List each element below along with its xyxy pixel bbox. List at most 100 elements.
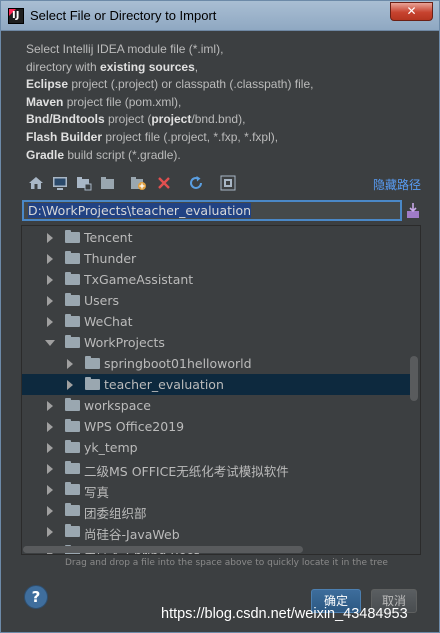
description-line: Maven project file (pom.xml),	[26, 94, 426, 112]
tree-row-label: WorkProjects	[84, 335, 165, 350]
chevron-right-icon[interactable]	[47, 317, 53, 327]
tree-row-label: springboot01helloworld	[104, 356, 252, 371]
drag-drop-hint: Drag and drop a file into the space abov…	[65, 558, 388, 568]
chevron-right-icon[interactable]	[47, 464, 53, 474]
browse-history-icon[interactable]	[406, 202, 420, 219]
description-line: Flash Builder project file (.project, *.…	[26, 129, 426, 147]
tree-row-label: 尚硅谷-JavaWeb	[84, 527, 180, 542]
chevron-right-icon[interactable]	[47, 275, 53, 285]
file-tree[interactable]: Tencent Thunder TxGameAssistant Users WeChat…	[21, 225, 421, 555]
chevron-right-icon[interactable]	[47, 485, 53, 495]
tree-row[interactable]: 团委组织部	[22, 500, 412, 521]
home-icon[interactable]	[27, 174, 45, 192]
help-button[interactable]: ?	[24, 585, 48, 609]
tree-row[interactable]: 尚硅谷-JavaWeb	[22, 521, 412, 542]
description-line: Bnd/Bndtools project (project/bnd.bnd),	[26, 111, 426, 129]
description-fragment: /bnd.bnd),	[191, 112, 246, 127]
description-fragment: build script (*.gradle).	[64, 147, 181, 162]
tree-row[interactable]: Users	[22, 290, 412, 311]
module-icon[interactable]	[99, 174, 117, 192]
folder-icon	[65, 293, 80, 306]
description-fragment: Bnd/Bndtools	[26, 112, 105, 127]
folder-icon	[65, 335, 80, 348]
chevron-down-icon[interactable]	[45, 340, 55, 346]
watermark-text: https://blog.csdn.net/weixin_43484953	[161, 606, 408, 622]
folder-icon	[65, 272, 80, 285]
description-fragment: existing sources	[100, 59, 195, 74]
hide-path-link[interactable]: 隐藏路径	[373, 176, 421, 193]
description-line: Gradle build script (*.gradle).	[26, 147, 426, 165]
folder-icon	[65, 440, 80, 453]
window-title: Select File or Directory to Import	[30, 8, 217, 23]
chevron-right-icon[interactable]	[67, 359, 73, 369]
description-fragment: Flash Builder	[26, 129, 103, 144]
refresh-icon[interactable]	[187, 174, 205, 192]
tree-row-label: yk_temp	[84, 440, 138, 455]
show-hidden-icon[interactable]	[219, 174, 237, 192]
tree-row-label: 写真	[84, 485, 110, 500]
chevron-right-icon[interactable]	[47, 422, 53, 432]
chevron-right-icon[interactable]	[47, 527, 53, 537]
tree-row-label: WPS Office2019	[84, 419, 185, 434]
tree-row-label: 团委组织部	[84, 506, 147, 521]
tree-row[interactable]: 二级MS OFFICE无纸化考试模拟软件	[22, 458, 412, 479]
description-line: Select Intellij IDEA module file (*.iml)…	[26, 41, 426, 59]
folder-icon	[65, 503, 80, 516]
app-icon-text: IJ	[12, 10, 20, 21]
chevron-right-icon[interactable]	[67, 380, 73, 390]
tree-row[interactable]: Tencent	[22, 227, 412, 248]
chevron-right-icon[interactable]	[47, 296, 53, 306]
desktop-icon[interactable]	[51, 174, 69, 192]
chevron-right-icon[interactable]	[47, 443, 53, 453]
tree-row[interactable]: workspace	[22, 395, 412, 416]
folder-icon	[65, 314, 80, 327]
vertical-scrollbar[interactable]	[410, 356, 418, 401]
path-input-value: D:\WorkProjects\teacher_evaluation	[28, 203, 252, 218]
import-dialog: IJ Select File or Directory to Import ✕ …	[0, 0, 440, 633]
chevron-right-icon[interactable]	[47, 254, 53, 264]
description-fragment: Select Intellij IDEA module file (*.iml)…	[26, 42, 224, 56]
folder-icon	[65, 398, 80, 411]
chevron-right-icon[interactable]	[47, 233, 53, 243]
description-fragment: project file (pom.xml),	[63, 94, 182, 109]
tree-row[interactable]: WPS Office2019	[22, 416, 412, 437]
new-folder-icon[interactable]	[129, 174, 147, 192]
close-button[interactable]: ✕	[390, 2, 433, 21]
folder-icon	[65, 461, 80, 474]
tree-row-label: Thunder	[84, 251, 137, 266]
tree-row-label: WeChat	[84, 314, 133, 329]
tree-row[interactable]: springboot01helloworld	[22, 353, 412, 374]
tree-row-label: teacher_evaluation	[104, 377, 224, 392]
tree-row[interactable]: Thunder	[22, 248, 412, 269]
folder-icon	[65, 251, 80, 264]
folder-icon	[65, 230, 80, 243]
chevron-right-icon[interactable]	[47, 506, 53, 516]
description-text: Select Intellij IDEA module file (*.iml)…	[26, 41, 426, 164]
chevron-right-icon[interactable]	[47, 401, 53, 411]
description-fragment: Gradle	[26, 147, 65, 162]
description-fragment: project	[151, 112, 192, 127]
tree-row-label: TxGameAssistant	[84, 272, 194, 287]
tree-row-label: Tencent	[84, 230, 133, 245]
tree-row[interactable]: yk_temp	[22, 437, 412, 458]
tree-row[interactable]: WeChat	[22, 311, 412, 332]
file-toolbar: 隐藏路径	[25, 173, 425, 195]
path-input[interactable]: D:\WorkProjects\teacher_evaluation	[22, 200, 402, 221]
folder-icon	[85, 356, 100, 369]
intellij-app-icon: IJ	[8, 8, 24, 24]
title-bar[interactable]: IJ Select File or Directory to Import ✕	[1, 1, 439, 31]
description-fragment: project file (.project, *.fxp, *.fxpl),	[102, 129, 279, 144]
tree-row[interactable]: WorkProjects	[22, 332, 412, 353]
folder-icon	[65, 419, 80, 432]
tree-row[interactable]: teacher_evaluation	[22, 374, 412, 395]
project-icon[interactable]	[75, 174, 93, 192]
description-fragment: project (	[104, 112, 152, 127]
delete-icon[interactable]	[155, 174, 173, 192]
description-fragment: Maven	[26, 94, 64, 109]
tree-row[interactable]: 写真	[22, 479, 412, 500]
tree-row-label: Users	[84, 293, 120, 308]
horizontal-scrollbar[interactable]	[23, 546, 303, 553]
tree-row-label: workspace	[84, 398, 151, 413]
description-line: directory with existing sources,	[26, 59, 426, 77]
tree-row[interactable]: TxGameAssistant	[22, 269, 412, 290]
